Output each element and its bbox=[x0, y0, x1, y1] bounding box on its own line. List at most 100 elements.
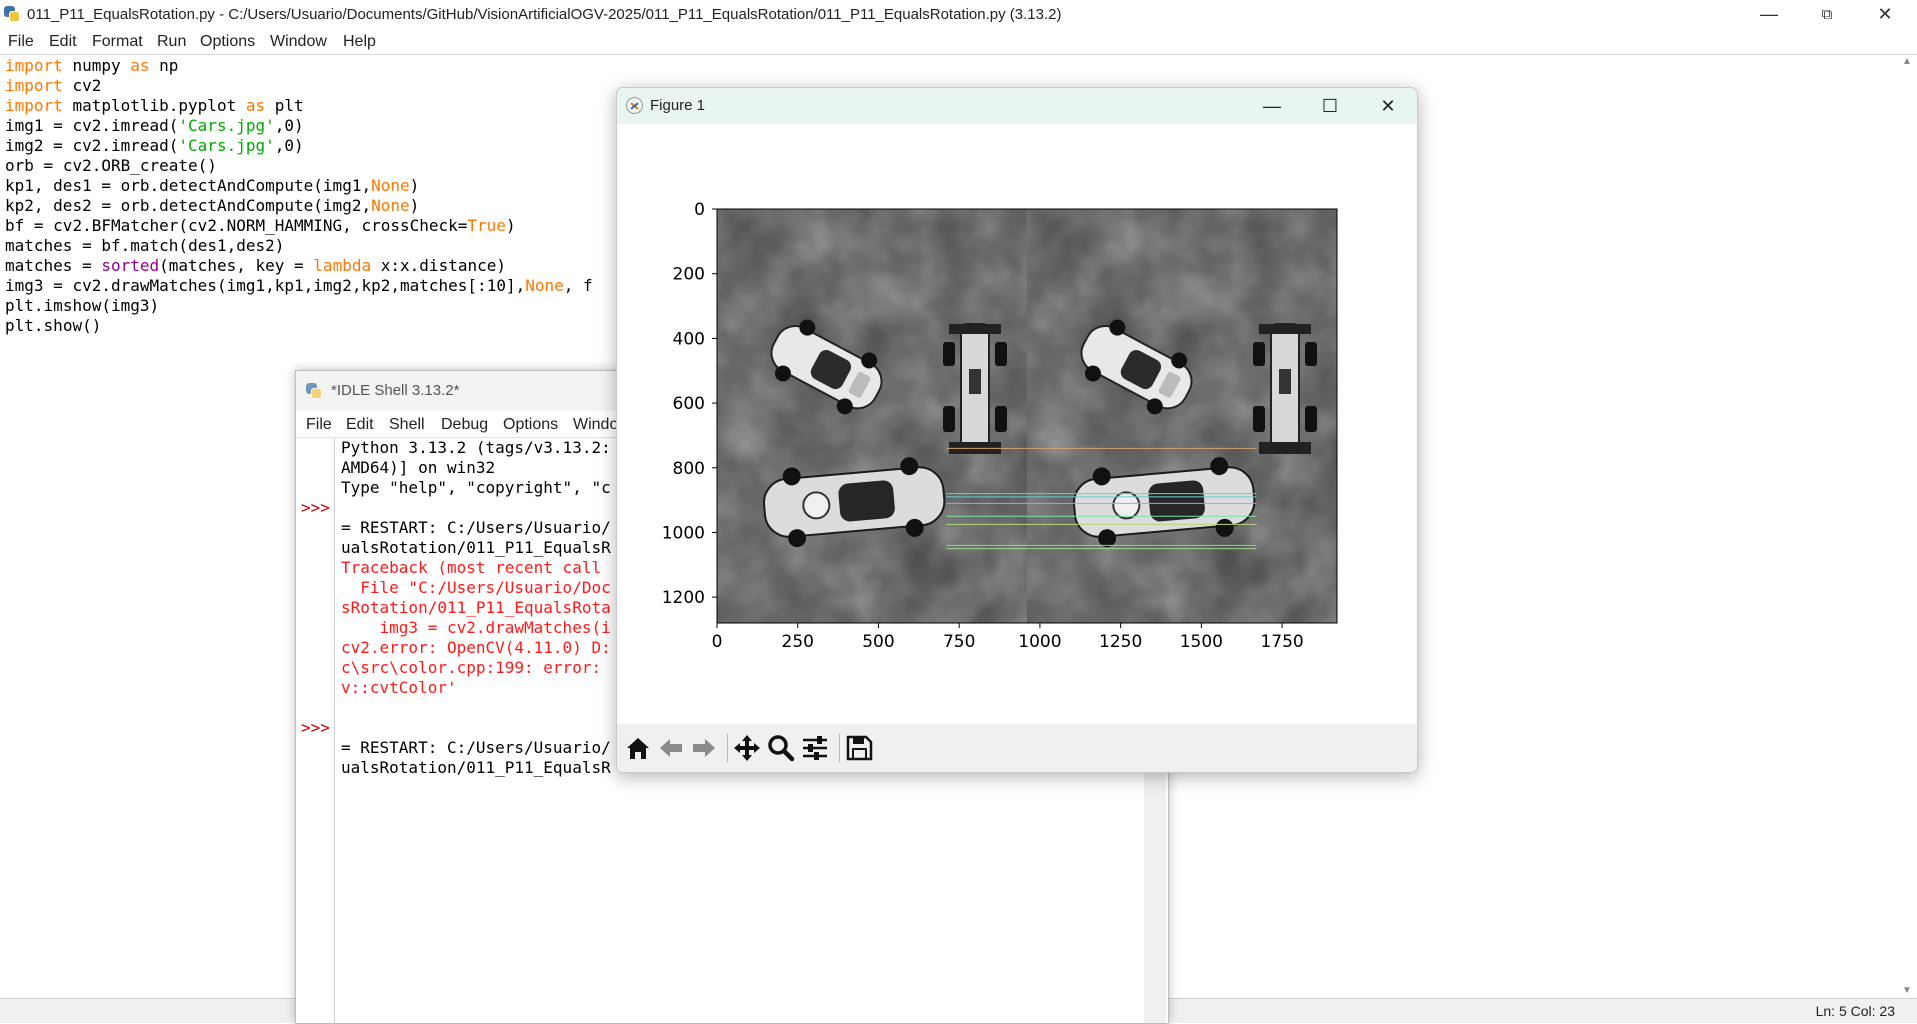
code-line: matches = bf.match(des1,des2) bbox=[5, 236, 285, 255]
code-line: import matplotlib.pyplot as plt bbox=[5, 96, 304, 115]
code-line: img1 = cv2.imread('Cars.jpg',0) bbox=[5, 116, 304, 135]
scroll-up-icon[interactable]: ▲ bbox=[1902, 56, 1912, 67]
code-line: matches = sorted(matches, key = lambda x… bbox=[5, 256, 506, 275]
shell-menu-shell[interactable]: Shell bbox=[389, 416, 425, 434]
code-line: orb = cv2.ORB_create() bbox=[5, 156, 217, 175]
code-line: bf = cv2.BFMatcher(cv2.NORM_HAMMING, cro… bbox=[5, 216, 516, 235]
python-file-icon bbox=[4, 6, 20, 22]
y-tick-label: 400 bbox=[673, 329, 705, 349]
restore-button[interactable]: ⧉ bbox=[1798, 0, 1856, 29]
code-line: plt.imshow(img3) bbox=[5, 296, 160, 315]
shell-output-line: Python 3.13.2 (tags/v3.13.2: bbox=[341, 438, 611, 457]
forward-arrow-icon[interactable] bbox=[689, 734, 719, 762]
shell-output-line bbox=[341, 498, 611, 518]
shell-output-line: sRotation/011_P11_EqualsRota bbox=[341, 598, 611, 617]
shell-output-line bbox=[341, 718, 611, 738]
cursor-position: Ln: 5 Col: 23 bbox=[1815, 1003, 1895, 1019]
shell-output-line: img3 = cv2.drawMatches(i bbox=[341, 618, 611, 637]
y-tick-label: 0 bbox=[694, 200, 705, 220]
shell-output-line: AMD64)] on win32 bbox=[341, 458, 496, 477]
shell-prompt: >>> bbox=[301, 498, 330, 517]
editor-title: 011_P11_EqualsRotation.py - C:/Users/Usu… bbox=[27, 6, 1062, 23]
shell-output-line: c\src\color.cpp:199: error: bbox=[341, 658, 611, 677]
x-tick-label: 250 bbox=[782, 632, 814, 652]
left-image bbox=[717, 209, 1027, 623]
zoom-icon[interactable] bbox=[766, 734, 796, 762]
matplotlib-figure-window: Figure 1 — ☐ ✕ 0 250 500 750 1000 1250 1… bbox=[616, 87, 1418, 773]
shell-output-line: Traceback (most recent call bbox=[341, 558, 611, 577]
figure-maximize-button[interactable]: ☐ bbox=[1301, 88, 1359, 124]
code-editor[interactable]: import numpy as np import cv2 import matpl… bbox=[5, 56, 593, 336]
x-tick-label: 750 bbox=[943, 632, 975, 652]
y-tick-label: 800 bbox=[673, 459, 705, 479]
back-arrow-icon[interactable] bbox=[656, 734, 686, 762]
figure-canvas[interactable]: 0 250 500 750 1000 1250 1500 1750 0 200 400 600 800… bbox=[617, 124, 1417, 724]
x-tick-label: 1250 bbox=[1099, 632, 1142, 652]
shell-prompt: >>> bbox=[301, 718, 330, 737]
code-line: img2 = cv2.imread('Cars.jpg',0) bbox=[5, 136, 304, 155]
x-tick-label: 1000 bbox=[1018, 632, 1061, 652]
figure-minimize-button[interactable]: — bbox=[1243, 88, 1301, 124]
y-tick-label: 1000 bbox=[662, 523, 705, 543]
code-line: import cv2 bbox=[5, 76, 102, 95]
shell-menu-options[interactable]: Options bbox=[503, 416, 558, 434]
y-axis-ticks: 0 200 400 600 800 1000 1200 bbox=[662, 200, 717, 608]
editor-titlebar[interactable]: 011_P11_EqualsRotation.py - C:/Users/Usu… bbox=[0, 0, 1917, 29]
editor-menubar: File Edit Format Run Options Window Help bbox=[0, 30, 1917, 55]
shell-output-line: ualsRotation/011_P11_EqualsR bbox=[341, 538, 611, 557]
code-line: plt.show() bbox=[5, 316, 102, 335]
shell-title: *IDLE Shell 3.13.2* bbox=[331, 382, 460, 399]
figure-close-button[interactable]: ✕ bbox=[1359, 88, 1417, 124]
home-icon[interactable] bbox=[623, 734, 653, 762]
scroll-down-icon[interactable]: ▼ bbox=[1902, 985, 1912, 996]
toolbar-separator bbox=[727, 734, 728, 762]
code-line: kp1, des1 = orb.detectAndCompute(img1,No… bbox=[5, 176, 420, 195]
figure-toolbar bbox=[617, 724, 1417, 772]
shell-menu-window[interactable]: Windo bbox=[573, 416, 618, 434]
x-tick-label: 1750 bbox=[1260, 632, 1303, 652]
x-tick-label: 0 bbox=[712, 632, 723, 652]
right-image bbox=[1027, 209, 1337, 623]
code-line: img3 = cv2.drawMatches(img1,kp1,img2,kp2… bbox=[5, 276, 593, 295]
shell-output-line bbox=[341, 698, 611, 718]
y-tick-label: 1200 bbox=[662, 588, 705, 608]
image-axes: 0 250 500 750 1000 1250 1500 1750 0 200 400 600 800… bbox=[662, 200, 1337, 652]
shell-output-line: v::cvtColor' bbox=[341, 678, 457, 697]
menu-format[interactable]: Format bbox=[92, 33, 143, 51]
shell-output[interactable]: Python 3.13.2 (tags/v3.13.2: AMD64)] on w… bbox=[341, 438, 611, 778]
shell-output-line: = RESTART: C:/Users/Usuario/ bbox=[341, 518, 611, 537]
save-icon[interactable] bbox=[844, 734, 874, 762]
code-line: import numpy as np bbox=[5, 56, 179, 75]
menu-file[interactable]: File bbox=[8, 33, 34, 51]
code-line: kp2, des2 = orb.detectAndCompute(img2,No… bbox=[5, 196, 420, 215]
shell-output-line: = RESTART: C:/Users/Usuario/ bbox=[341, 738, 611, 757]
figure-title: Figure 1 bbox=[650, 97, 706, 114]
minimize-button[interactable]: — bbox=[1740, 0, 1798, 29]
shell-output-line: cv2.error: OpenCV(4.11.0) D: bbox=[341, 638, 611, 657]
menu-edit[interactable]: Edit bbox=[49, 33, 77, 51]
python-shell-icon bbox=[306, 383, 322, 399]
menu-options[interactable]: Options bbox=[200, 33, 255, 51]
menu-run[interactable]: Run bbox=[157, 33, 186, 51]
shell-prompt-gutter: >>> >>> bbox=[296, 438, 335, 1023]
shell-menu-edit[interactable]: Edit bbox=[346, 416, 374, 434]
x-axis-ticks: 0 250 500 750 1000 1250 1500 1750 bbox=[712, 623, 1304, 652]
editor-scrollbar[interactable]: ▲ ▼ bbox=[1897, 56, 1917, 996]
shell-output-line: File "C:/Users/Usuario/Doc bbox=[341, 578, 611, 597]
x-tick-label: 500 bbox=[862, 632, 894, 652]
menu-help[interactable]: Help bbox=[343, 33, 376, 51]
figure-titlebar[interactable]: Figure 1 — ☐ ✕ bbox=[617, 88, 1417, 124]
configure-subplots-icon[interactable] bbox=[800, 734, 830, 762]
close-button[interactable]: ✕ bbox=[1856, 0, 1914, 29]
shell-menu-debug[interactable]: Debug bbox=[441, 416, 488, 434]
shell-output-line: Type "help", "copyright", "c bbox=[341, 478, 611, 497]
y-tick-label: 200 bbox=[673, 265, 705, 285]
shell-menu-file[interactable]: File bbox=[306, 416, 332, 434]
menu-window[interactable]: Window bbox=[270, 33, 327, 51]
toolbar-separator bbox=[839, 734, 840, 762]
matplotlib-icon bbox=[626, 97, 643, 114]
x-tick-label: 1500 bbox=[1180, 632, 1223, 652]
y-tick-label: 600 bbox=[673, 394, 705, 414]
pan-icon[interactable] bbox=[732, 734, 762, 762]
shell-output-line: ualsRotation/011_P11_EqualsR bbox=[341, 758, 611, 777]
